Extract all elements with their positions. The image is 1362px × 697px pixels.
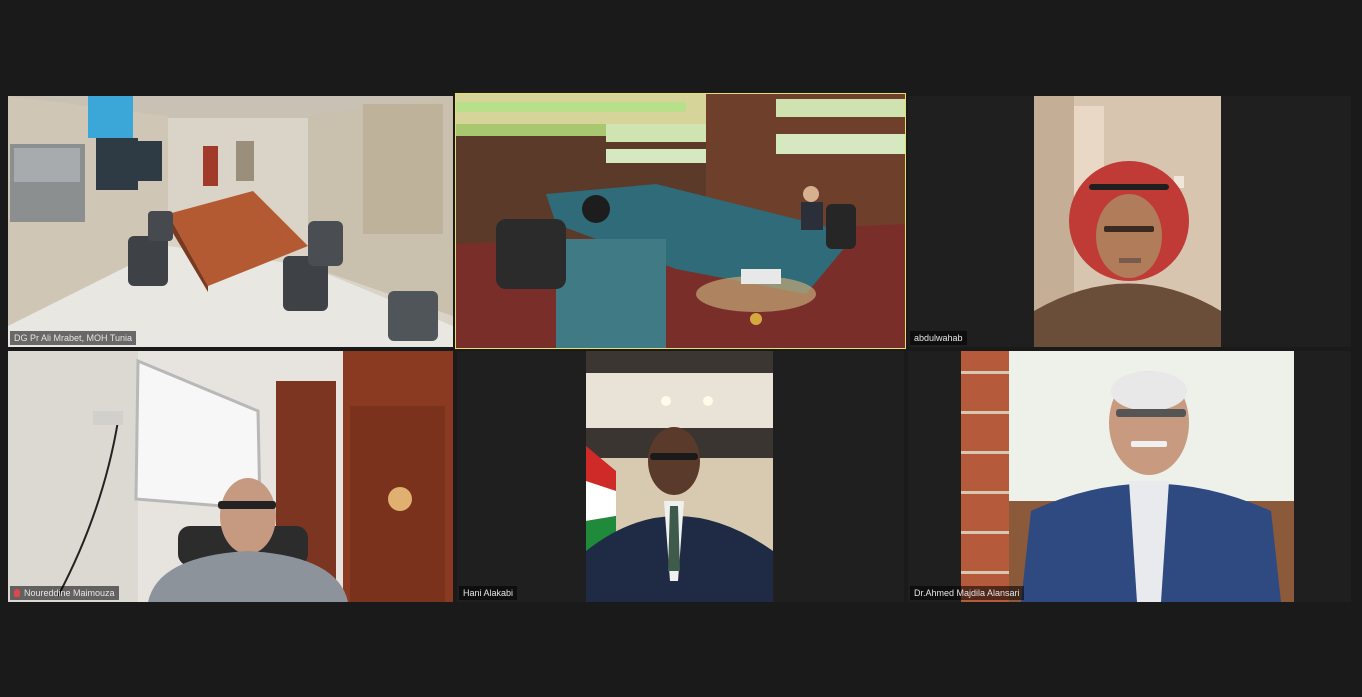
- participant-tile-6[interactable]: Dr.Ahmed Majdila Alansari: [908, 351, 1351, 602]
- participant-tile-4[interactable]: Noureddine Maimouza: [8, 351, 453, 602]
- participant-name-tag: Dr.Ahmed Majdila Alansari: [910, 586, 1024, 600]
- participant-tile-2[interactable]: [455, 93, 906, 349]
- participant-name: Hani Alakabi: [463, 588, 514, 598]
- participant-tile-5[interactable]: Hani Alakabi: [457, 351, 904, 602]
- participant-video-conference-hall: [456, 94, 905, 348]
- participant-name: Dr.Ahmed Majdila Alansari: [914, 588, 1020, 598]
- participant-video-blue-blazer: [961, 351, 1294, 602]
- participant-name-tag: abdulwahab: [910, 331, 967, 345]
- participant-name: abdulwahab: [914, 333, 963, 343]
- participant-video-suit-flag: [586, 351, 773, 602]
- participant-video-control-room: [8, 96, 453, 347]
- participant-name: DG Pr Ali Mrabet, MOH Tunia: [14, 333, 133, 343]
- muted-mic-icon: [14, 589, 20, 597]
- participant-video-keffiyeh: [1034, 96, 1221, 347]
- zoom-gallery-view: DG Pr Ali Mrabet, MOH Tunia abdulwahab N…: [0, 0, 1362, 697]
- participant-name-tag: DG Pr Ali Mrabet, MOH Tunia: [10, 331, 137, 345]
- participant-name: Noureddine Maimouza: [24, 588, 115, 598]
- participant-name-tag: Noureddine Maimouza: [10, 586, 119, 600]
- participant-tile-3[interactable]: abdulwahab: [908, 96, 1351, 347]
- participant-name-tag: Hani Alakabi: [459, 586, 518, 600]
- participant-video-office: [8, 351, 453, 602]
- participant-tile-1[interactable]: DG Pr Ali Mrabet, MOH Tunia: [8, 96, 453, 347]
